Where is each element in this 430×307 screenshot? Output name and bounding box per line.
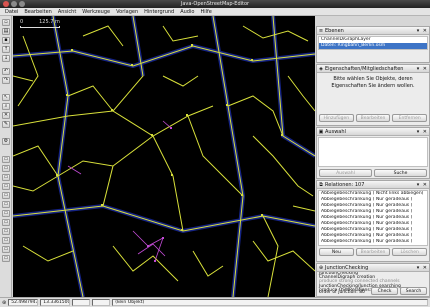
toggle-dialog-icon[interactable]: ▭ bbox=[2, 210, 10, 217]
map-canvas[interactable] bbox=[13, 16, 315, 297]
relations-list: Abbiegebeschränkung ( Nicht links abbieg… bbox=[318, 190, 428, 246]
selection-panel-header[interactable]: ▣ Auswahl ▾ ✕ bbox=[317, 128, 429, 136]
relations-panel: ⧉ Relationen: 107 ▾ ✕ Abbiegebeschränkun… bbox=[316, 180, 430, 262]
selection-list[interactable] bbox=[318, 137, 428, 167]
panel-controls[interactable]: ▾ ✕ bbox=[417, 181, 428, 189]
menu-help[interactable]: Hilfe bbox=[197, 8, 214, 16]
layers-title: Ebenen bbox=[325, 28, 344, 34]
toggle-dialog-icon[interactable]: ▭ bbox=[2, 174, 10, 181]
left-toolbar: ▫ ▤ ▪ ↑ ↓ ↶ ↷ ↖ ⌕ ✕ ✎ ⚙ ▭ ▭ ▭ ▭ ▭ ▭ ▭ ▭ … bbox=[0, 16, 12, 297]
menu-audio[interactable]: Audio bbox=[177, 8, 197, 16]
menu-edit[interactable]: Bearbeiten bbox=[21, 8, 54, 16]
layer-item-selected[interactable]: Daten: Ringbahn_Berlin.osm bbox=[319, 43, 427, 49]
menu-file[interactable]: Datei bbox=[2, 8, 21, 16]
check-button[interactable]: Check bbox=[371, 287, 398, 295]
remove-tag-button[interactable]: Entfernen bbox=[392, 114, 428, 122]
properties-buttons: Hinzufügen Bearbeiten Entfernen bbox=[317, 113, 429, 123]
relations-title: Relationen: 107 bbox=[325, 182, 365, 188]
layers-panel: ≡ Ebenen ▾ ✕ ChannelDiGraphLayer Daten: … bbox=[316, 26, 430, 63]
edit-relation-button[interactable]: Bearbeiten bbox=[355, 248, 391, 256]
scale-label: 0 125.7 m bbox=[20, 19, 60, 25]
toggle-dialog-icon[interactable]: ▭ bbox=[2, 219, 10, 226]
status-info: (kein Objekt) bbox=[112, 299, 428, 306]
junction-buttons: Check Search bbox=[371, 287, 427, 295]
relation-item[interactable]: Abbiegebeschränkung ( Nur geradeaus ) bbox=[319, 239, 427, 245]
properties-title: Eigenschaften/Mitgliedschaften bbox=[325, 66, 404, 72]
globe-icon: ⊛ bbox=[2, 299, 7, 306]
search-junction-button[interactable]: Search bbox=[400, 287, 427, 295]
search-button[interactable]: Suche bbox=[374, 169, 427, 177]
map-view[interactable]: 0 125.7 m bbox=[13, 16, 315, 297]
toggle-dialog-icon[interactable]: ▭ bbox=[2, 183, 10, 190]
menu-tools[interactable]: Werkzeuge bbox=[79, 8, 113, 16]
add-tag-button[interactable]: Hinzufügen bbox=[319, 114, 354, 122]
scale-end-label: 125.7 m bbox=[39, 19, 60, 25]
undo-icon[interactable]: ↶ bbox=[2, 68, 10, 75]
toggle-dialog-icon[interactable]: ▭ bbox=[2, 255, 10, 262]
properties-panel-header[interactable]: ◈ Eigenschaften/Mitgliedschaften ▾ ✕ bbox=[317, 65, 429, 73]
longitude-field: 13.3361500 bbox=[40, 299, 71, 306]
select-button[interactable]: Auswahl bbox=[319, 169, 372, 177]
preferences-icon[interactable]: ⚙ bbox=[2, 138, 10, 145]
relation-icon: ⧉ bbox=[319, 182, 323, 188]
menu-presets[interactable]: Vorlagen bbox=[113, 8, 141, 16]
layers-list: ChannelDiGraphLayer Daten: Ringbahn_Berl… bbox=[318, 36, 428, 50]
panel-controls[interactable]: ▾ ✕ bbox=[417, 65, 428, 73]
zoom-mode-icon[interactable]: ⌕ bbox=[2, 103, 10, 110]
selection-panel: ▣ Auswahl ▾ ✕ Auswahl Suche bbox=[316, 127, 430, 179]
tag-icon: ◈ bbox=[319, 66, 323, 72]
toggle-dialog-icon[interactable]: ▭ bbox=[2, 201, 10, 208]
junction-checking-panel: ⊕ JunctionChecking ▾ ✕ JunctionChecking … bbox=[316, 263, 430, 297]
statusbar: ⊛ 52.4987947 13.3361500 (kein Objekt) bbox=[0, 297, 430, 307]
junction-panel-header[interactable]: ⊕ JunctionChecking ▾ ✕ bbox=[317, 264, 429, 272]
toggle-dialog-icon[interactable]: ▭ bbox=[2, 156, 10, 163]
panel-controls[interactable]: ▾ ✕ bbox=[417, 128, 428, 136]
new-relation-button[interactable]: Neu bbox=[319, 248, 354, 256]
delete-relation-button[interactable]: Löschen bbox=[392, 248, 428, 256]
properties-message: Bitte wählen Sie Objekte, deren Eigensch… bbox=[331, 76, 415, 89]
selection-buttons: Auswahl Suche bbox=[317, 168, 429, 178]
upload-icon[interactable]: ↑ bbox=[2, 46, 10, 53]
download-icon[interactable]: ↓ bbox=[2, 55, 10, 62]
latitude-field: 52.4987947 bbox=[8, 299, 39, 306]
draw-mode-icon[interactable]: ✎ bbox=[2, 121, 10, 128]
new-file-icon[interactable]: ▫ bbox=[2, 19, 10, 26]
toggle-dialog-icon[interactable]: ▭ bbox=[2, 246, 10, 253]
redo-icon[interactable]: ↷ bbox=[2, 77, 10, 84]
toggle-dialog-icon[interactable]: ▭ bbox=[2, 228, 10, 235]
distance-field bbox=[92, 299, 111, 306]
selection-icon: ▣ bbox=[318, 129, 324, 135]
save-icon[interactable]: ▪ bbox=[2, 37, 10, 44]
selection-title: Auswahl bbox=[325, 129, 346, 135]
junction-icon: ⊕ bbox=[318, 265, 324, 271]
toggle-dialog-icon[interactable]: ▭ bbox=[2, 192, 10, 199]
layers-panel-header[interactable]: ≡ Ebenen ▾ ✕ bbox=[317, 27, 429, 35]
panel-controls[interactable]: ▾ ✕ bbox=[417, 264, 428, 272]
open-file-icon[interactable]: ▤ bbox=[2, 28, 10, 35]
menu-imagery[interactable]: Hintergrund bbox=[141, 8, 177, 16]
heading-field bbox=[72, 299, 91, 306]
delete-mode-icon[interactable]: ✕ bbox=[2, 112, 10, 119]
junction-order: order of junction: 80 bbox=[319, 290, 365, 295]
relations-buttons: Neu Bearbeiten Löschen bbox=[317, 247, 429, 257]
panel-controls[interactable]: ▾ ✕ bbox=[417, 27, 428, 35]
menubar: Datei Bearbeiten Ansicht Werkzeuge Vorla… bbox=[0, 8, 430, 16]
layers-icon: ≡ bbox=[318, 28, 324, 34]
toggle-dialog-icon[interactable]: ▭ bbox=[2, 237, 10, 244]
relations-panel-header[interactable]: ⧉ Relationen: 107 ▾ ✕ bbox=[317, 181, 429, 189]
properties-panel: ◈ Eigenschaften/Mitgliedschaften ▾ ✕ Bit… bbox=[316, 64, 430, 126]
select-mode-icon[interactable]: ↖ bbox=[2, 94, 10, 101]
toggle-dialog-icon[interactable]: ▭ bbox=[2, 165, 10, 172]
edit-tag-button[interactable]: Bearbeiten bbox=[355, 114, 391, 122]
menu-view[interactable]: Ansicht bbox=[55, 8, 79, 16]
scale-bar bbox=[20, 26, 60, 28]
junction-title: JunctionChecking bbox=[325, 265, 369, 271]
